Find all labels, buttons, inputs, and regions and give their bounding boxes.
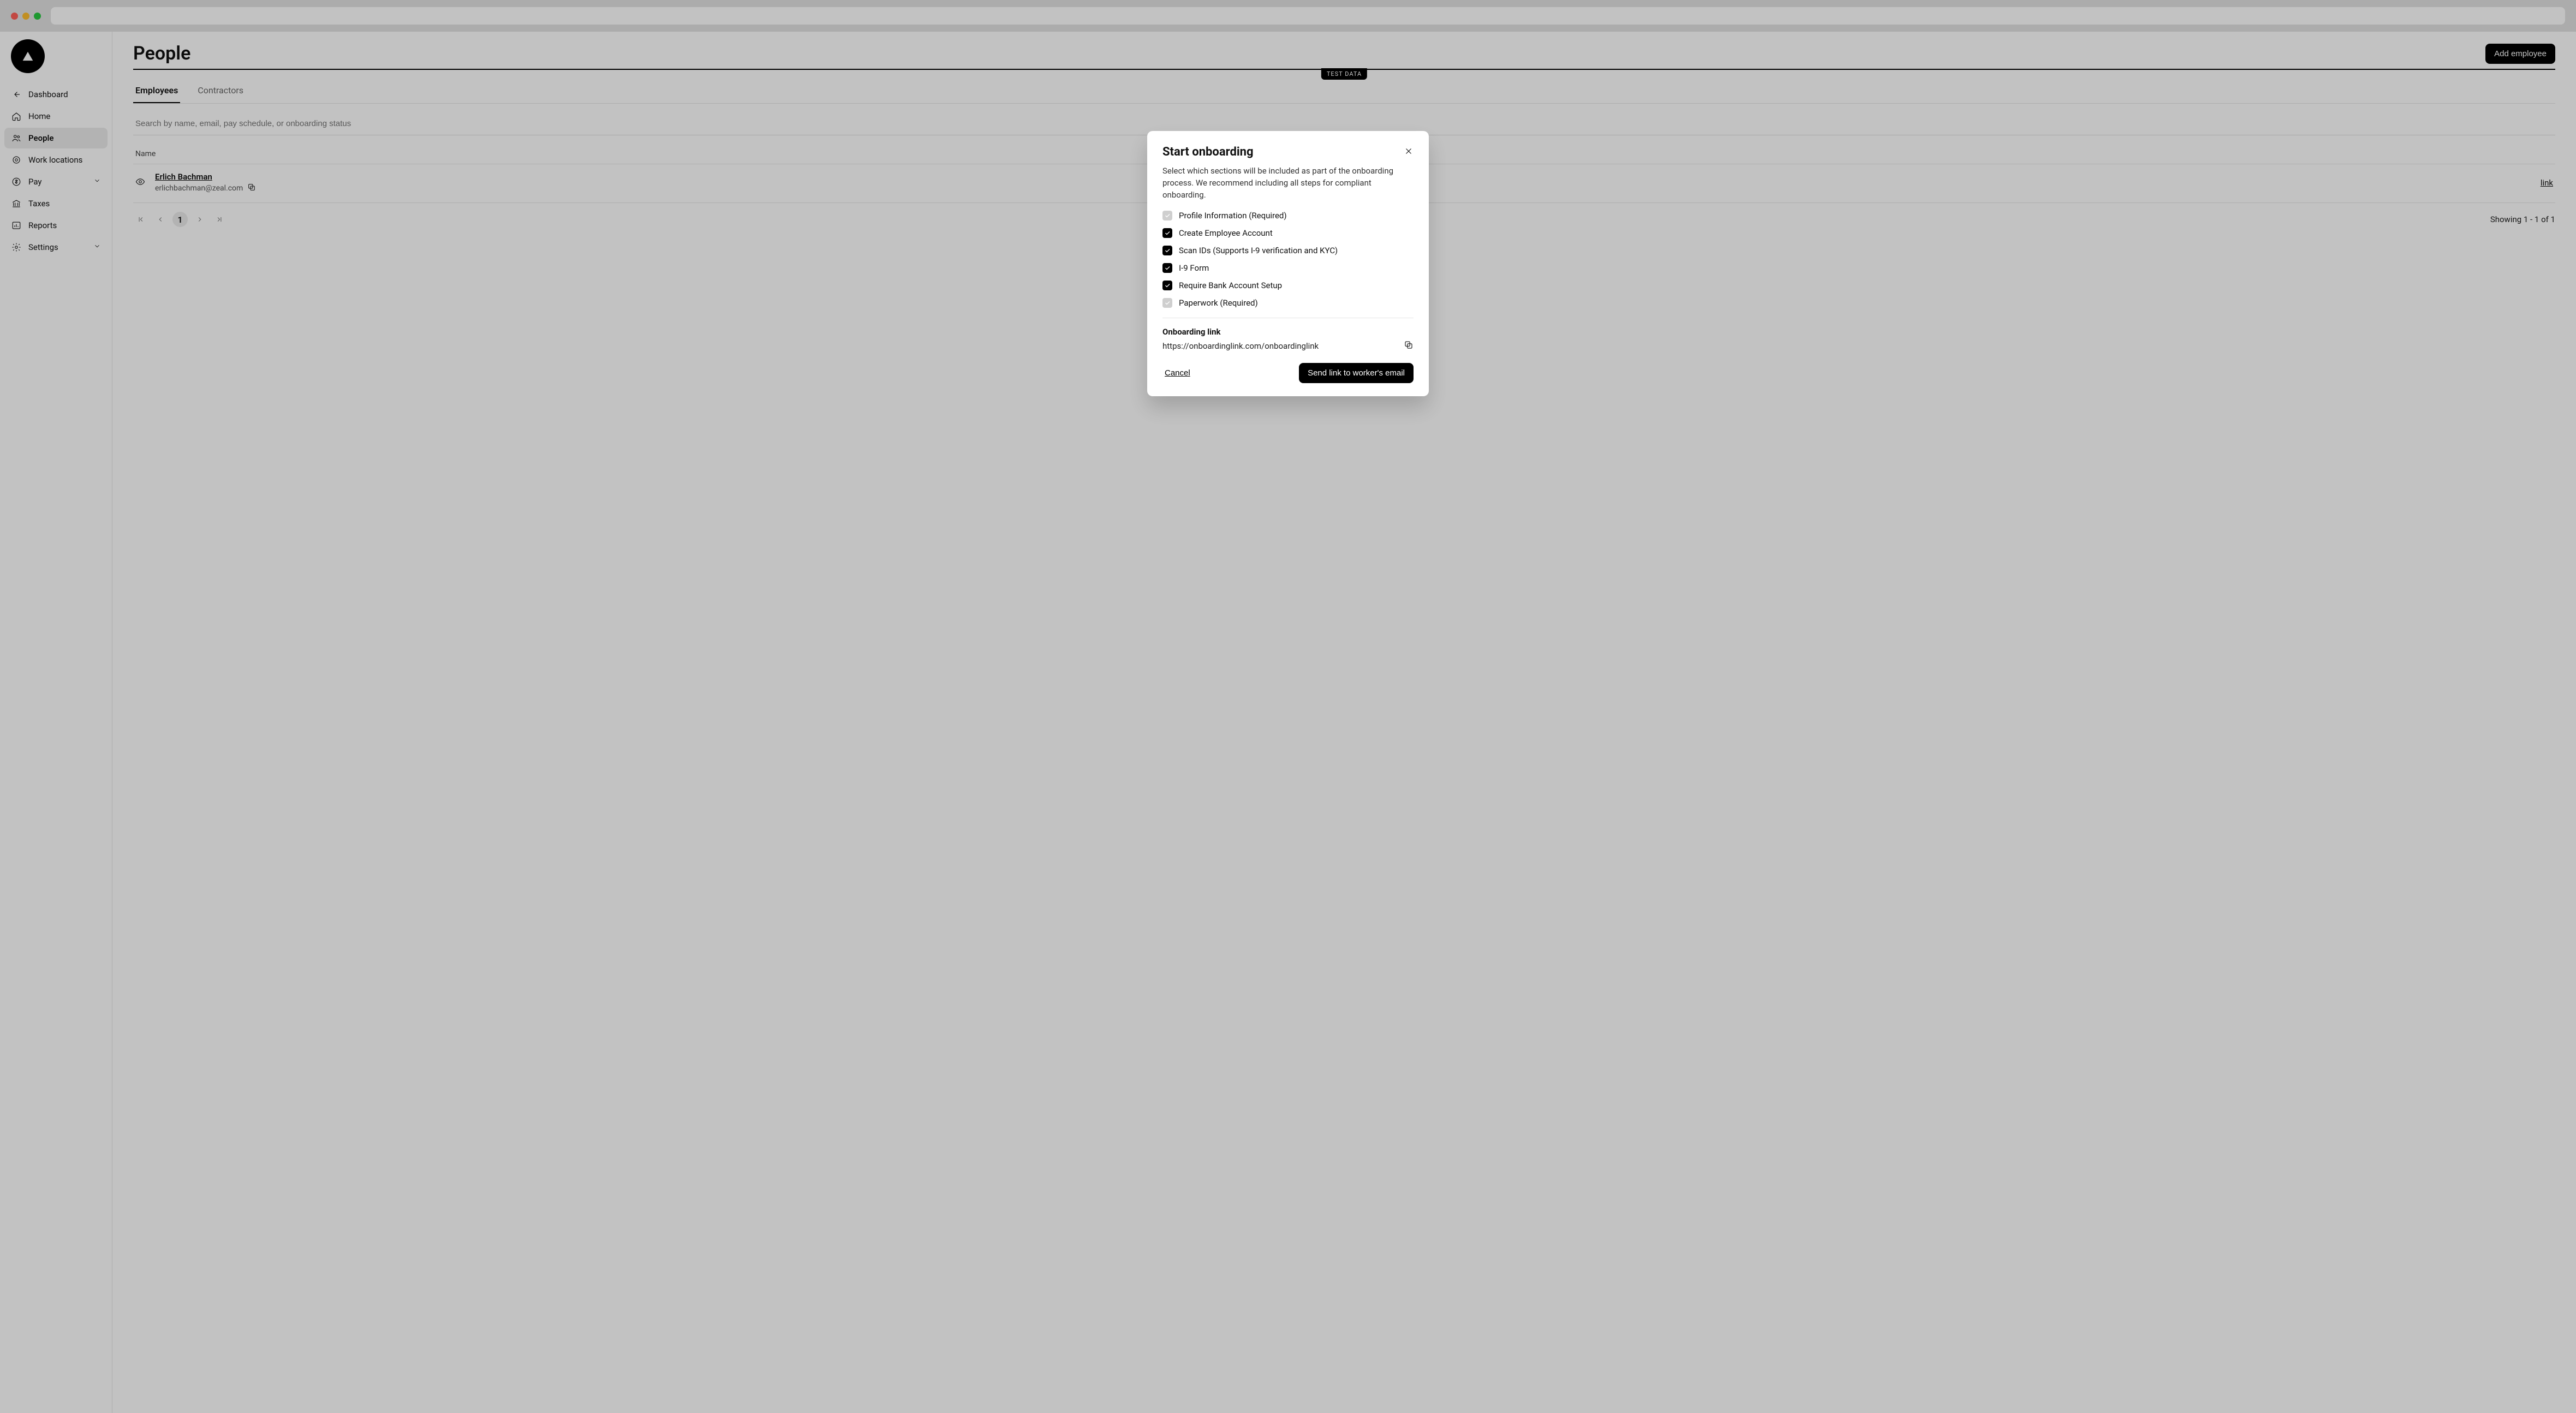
onboarding-link-label: Onboarding link [1162, 327, 1414, 337]
checkbox-checked[interactable] [1162, 263, 1172, 273]
send-link-button[interactable]: Send link to worker's email [1299, 363, 1414, 383]
copy-link-icon[interactable] [1404, 340, 1414, 352]
checkbox-disabled [1162, 298, 1172, 308]
checkbox-checked[interactable] [1162, 246, 1172, 255]
modal-header: Start onboarding [1162, 145, 1414, 159]
modal-description: Select which sections will be included a… [1162, 165, 1414, 201]
check-label: I-9 Form [1179, 263, 1209, 273]
modal-actions: Cancel Send link to worker's email [1162, 363, 1414, 383]
check-paperwork: Paperwork (Required) [1162, 298, 1414, 308]
check-label: Create Employee Account [1179, 228, 1273, 238]
cancel-button[interactable]: Cancel [1162, 364, 1192, 382]
check-bank-account[interactable]: Require Bank Account Setup [1162, 281, 1414, 290]
check-label: Require Bank Account Setup [1179, 281, 1282, 290]
checkbox-checked[interactable] [1162, 228, 1172, 238]
onboarding-link-row: https://onboardinglink.com/onboardinglin… [1162, 340, 1414, 352]
onboarding-modal: Start onboarding Select which sections w… [1147, 131, 1429, 396]
checkbox-disabled [1162, 211, 1172, 220]
check-profile-information: Profile Information (Required) [1162, 211, 1414, 220]
check-scan-ids[interactable]: Scan IDs (Supports I-9 verification and … [1162, 246, 1414, 255]
modal-title: Start onboarding [1162, 145, 1254, 159]
modal-overlay[interactable]: Start onboarding Select which sections w… [0, 0, 2576, 1413]
checkbox-checked[interactable] [1162, 281, 1172, 290]
check-i9-form[interactable]: I-9 Form [1162, 263, 1414, 273]
check-label: Scan IDs (Supports I-9 verification and … [1179, 246, 1338, 255]
check-label: Profile Information (Required) [1179, 211, 1287, 220]
close-icon[interactable] [1404, 146, 1414, 158]
check-label: Paperwork (Required) [1179, 298, 1258, 308]
check-create-employee-account[interactable]: Create Employee Account [1162, 228, 1414, 238]
onboarding-options: Profile Information (Required) Create Em… [1162, 211, 1414, 308]
onboarding-link-url: https://onboardinglink.com/onboardinglin… [1162, 341, 1319, 351]
